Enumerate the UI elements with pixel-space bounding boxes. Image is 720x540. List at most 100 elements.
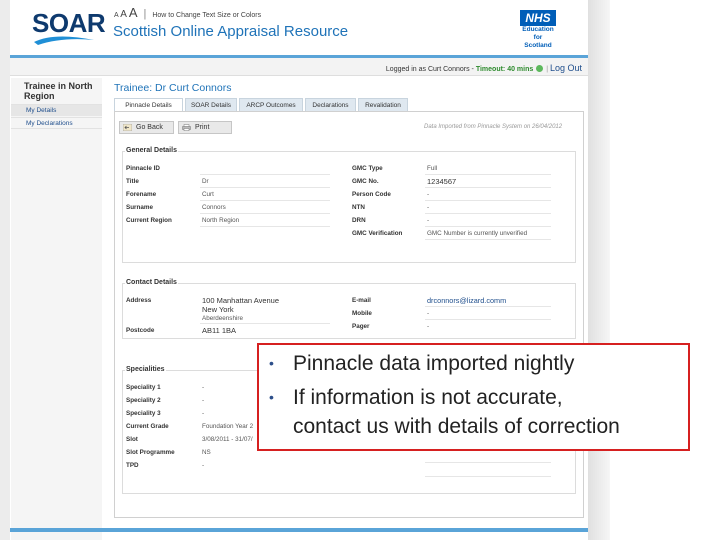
site-title: Scottish Online Appraisal Resource (113, 23, 349, 40)
tpd-value: - (202, 462, 205, 469)
pinnacle-id-label: Pinnacle ID (126, 165, 160, 172)
field-rule (200, 200, 330, 201)
print-label: Print (195, 124, 210, 131)
specialities-title: Specialities (125, 366, 166, 373)
frame-shadow (588, 0, 610, 540)
field-rule (425, 462, 551, 463)
sidebar-title: Trainee in North Region (24, 81, 93, 101)
sidebar-item-my-details[interactable]: My Details (11, 104, 102, 116)
forename-label: Forename (126, 191, 157, 198)
divider: | (546, 66, 549, 73)
title-label: Title (126, 178, 139, 185)
address-label: Address (126, 297, 152, 304)
address-line: New York (202, 305, 234, 314)
bullet-icon: • (269, 355, 274, 371)
tab-revalidation[interactable]: Revalidation (358, 98, 408, 111)
nhs-sub-line: Scotland (524, 42, 552, 49)
drn-value: - (427, 217, 430, 224)
text-size-large-button[interactable]: A (129, 5, 138, 20)
go-back-label: Go Back (136, 124, 163, 131)
gmc-no-label: GMC No. (352, 178, 379, 185)
general-details-panel (122, 151, 576, 263)
tab-soar-details[interactable]: SOAR Details (185, 98, 237, 111)
contact-details-panel (122, 283, 576, 339)
pager-label: Pager (352, 323, 370, 330)
field-rule (200, 323, 330, 324)
address-line: 100 Manhattan Avenue (202, 296, 280, 305)
person-code-label: Person Code (352, 191, 391, 198)
surname-label: Surname (126, 204, 153, 211)
mobile-label: Mobile (352, 310, 372, 317)
tab-arcp-outcomes[interactable]: ARCP Outcomes (239, 98, 303, 111)
gmc-verification-label: GMC Verification (352, 230, 403, 237)
email-label: E-mail (352, 297, 371, 304)
speciality-2-label: Speciality 2 (126, 397, 161, 404)
text-size-bar: A A A | How to Change Text Size or Color… (114, 5, 261, 20)
tab-declarations[interactable]: Declarations (305, 98, 356, 111)
field-rule (425, 213, 551, 214)
text-size-small-button[interactable]: A (114, 12, 118, 19)
gmc-verification-value: GMC Number is currently unverified (427, 230, 528, 237)
postcode-label: Postcode (126, 327, 155, 334)
soar-swoosh-icon (34, 36, 94, 45)
current-grade-value: Foundation Year 2 (202, 423, 254, 430)
mobile-value: - (427, 310, 430, 317)
tab-pinnacle-details[interactable]: Pinnacle Details (114, 98, 183, 111)
logout-link[interactable]: Log Out (550, 63, 582, 73)
speciality-3-value: - (202, 410, 205, 417)
field-rule (425, 319, 551, 320)
slot-programme-label: Slot Programme (126, 449, 175, 456)
field-rule (425, 306, 551, 307)
print-button[interactable]: Print (178, 121, 232, 134)
sidebar (11, 78, 102, 540)
text-size-medium-button[interactable]: A (120, 9, 127, 20)
title-value: Dr (202, 178, 209, 185)
callout-text-continuation: contact us with details of correction (293, 415, 620, 438)
refresh-session-icon[interactable] (536, 65, 544, 72)
user-name: Curt Connors (427, 66, 470, 73)
back-arrow-icon (123, 124, 132, 131)
gmc-no-value: 1234567 (427, 177, 457, 186)
gmc-type-value: Full (427, 165, 438, 172)
person-code-value: - (427, 191, 430, 198)
soar-site: SOAR A A A | How to Change Text Size or … (10, 0, 588, 540)
field-rule (200, 226, 330, 227)
speciality-2-value: - (202, 397, 205, 404)
annotation-callout: • Pinnacle data imported nightly • If in… (257, 343, 690, 451)
contact-details-title: Contact Details (125, 279, 178, 286)
gmc-type-label: GMC Type (352, 165, 383, 172)
pager-value: - (427, 323, 430, 330)
address-line: Aberdeenshire (202, 315, 243, 322)
divider: | (143, 8, 147, 20)
field-rule (425, 226, 551, 227)
tpd-label: TPD (126, 462, 139, 469)
nhs-logo: NHS (520, 10, 556, 26)
field-rule (425, 239, 551, 240)
nhs-sub-line: for (533, 34, 543, 41)
postcode-value: AB11 1BA (202, 326, 237, 335)
speciality-1-label: Speciality 1 (126, 384, 161, 391)
speciality-1-value: - (202, 384, 205, 391)
go-back-button[interactable]: Go Back (119, 121, 174, 134)
sidebar-item-my-declarations[interactable]: My Declarations (11, 117, 102, 129)
login-status: Logged in as Curt Connors - Timeout: 40 … (386, 63, 582, 73)
forename-value: Curt (202, 191, 214, 198)
speciality-3-label: Speciality 3 (126, 410, 161, 417)
nhs-education-scotland-label: Education for Scotland (510, 26, 566, 50)
page-title: Trainee: Dr Curt Connors (114, 82, 232, 94)
callout-text: Pinnacle data imported nightly (293, 352, 575, 375)
slot-programme-value: NS (202, 449, 211, 456)
field-rule (200, 174, 330, 175)
import-note: Data Imported from Pinnacle System on 26… (424, 124, 563, 130)
current-grade-label: Current Grade (126, 423, 169, 430)
timeout-label: Timeout: 40 mins (475, 66, 534, 73)
email-value[interactable]: drconnors@lizard.comm (427, 296, 506, 305)
current-region-value: North Region (202, 217, 240, 224)
footer-rule (10, 528, 588, 532)
bullet-icon: • (269, 389, 274, 405)
field-rule (200, 213, 330, 214)
login-strip: Logged in as Curt Connors - Timeout: 40 … (10, 58, 588, 76)
text-size-help-link[interactable]: How to Change Text Size or Colors (152, 12, 261, 19)
slot-value: 3/08/2011 - 31/07/ (202, 436, 253, 443)
surname-value: Connors (202, 204, 226, 211)
